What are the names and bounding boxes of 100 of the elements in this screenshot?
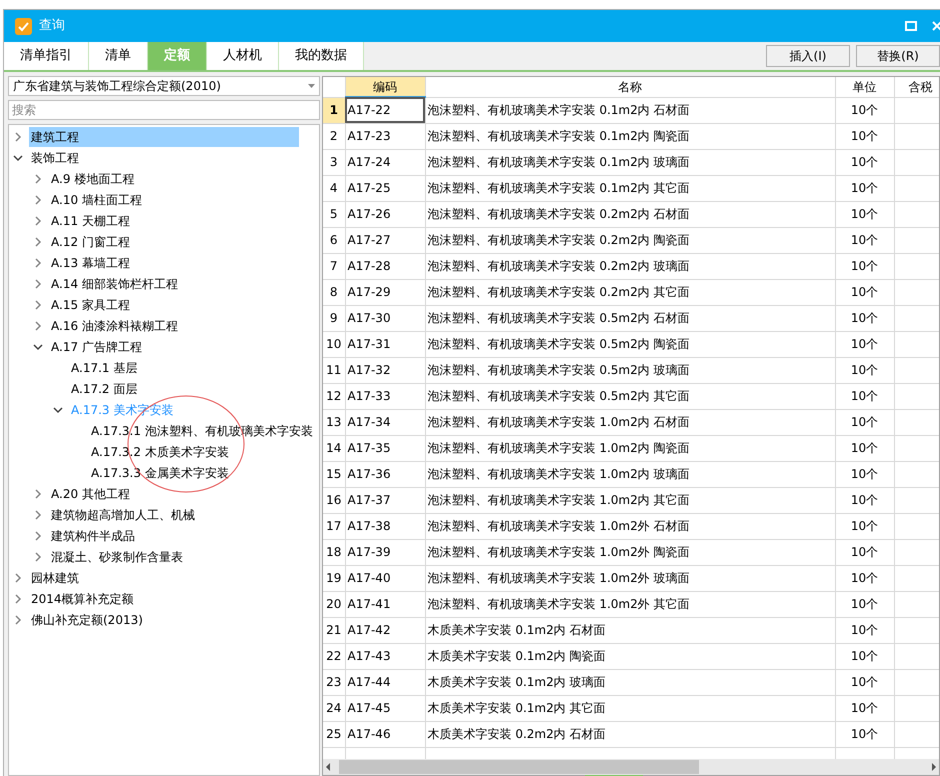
- chevron-right-icon[interactable]: [33, 300, 43, 310]
- horizontal-scrollbar[interactable]: [323, 759, 939, 775]
- table-cell: 泡沫塑料、有机玻璃美术字安装 1.0m2外 其它面: [425, 591, 835, 617]
- row-number: 11: [323, 357, 345, 383]
- table-cell: 10个: [835, 305, 894, 331]
- table-cell: A17-27: [345, 227, 425, 253]
- dropdown-value: 广东省建筑与装饰工程综合定额(2010): [13, 78, 222, 95]
- scrollbar-thumb[interactable]: [339, 760, 699, 774]
- table-cell: 10个: [835, 279, 894, 305]
- toolbar-button[interactable]: 替换(R): [856, 45, 940, 67]
- table-cell: 10个: [835, 227, 894, 253]
- table-cell: 泡沫塑料、有机玻璃美术字安装 0.5m2内 玻璃面: [425, 357, 835, 383]
- tab[interactable]: 人材机: [207, 42, 279, 70]
- tree-item[interactable]: A.13 幕墙工程: [49, 252, 132, 272]
- table-cell: 10个: [835, 435, 894, 461]
- chevron-down-icon[interactable]: [53, 404, 63, 414]
- table-cell: 泡沫塑料、有机玻璃美术字安装 0.1m2内 陶瓷面: [425, 123, 835, 149]
- table-cell: 泡沫塑料、有机玻璃美术字安装 0.1m2内 玻璃面: [425, 149, 835, 175]
- tree-item[interactable]: A.15 家具工程: [49, 294, 132, 314]
- table-cell: 泡沫塑料、有机玻璃美术字安装 1.0m2内 陶瓷面: [425, 435, 835, 461]
- table-cell: 泡沫塑料、有机玻璃美术字安装 1.0m2内 石材面: [425, 409, 835, 435]
- chevron-down-icon[interactable]: [33, 342, 43, 352]
- table-cell: A17-39: [345, 539, 425, 565]
- table-cell: A17-26: [345, 201, 425, 227]
- tab[interactable]: 清单指引: [4, 42, 89, 70]
- tree-item[interactable]: 混凝土、砂浆制作含量表: [49, 546, 185, 566]
- tree-item[interactable]: A.14 细部装饰栏杆工程: [49, 274, 180, 294]
- table-cell: 泡沫塑料、有机玻璃美术字安装 1.0m2外 玻璃面: [425, 565, 835, 591]
- tree-item[interactable]: A.17.1 基层: [69, 358, 140, 378]
- column-header[interactable]: 单位: [835, 77, 894, 97]
- chevron-right-icon[interactable]: [33, 510, 43, 520]
- table-cell: A17-44: [345, 669, 425, 695]
- row-number: 23: [323, 669, 345, 695]
- toolbar-button[interactable]: 插入(I): [766, 45, 850, 67]
- row-number: 22: [323, 643, 345, 669]
- chevron-down-icon[interactable]: [13, 152, 23, 162]
- chevron-right-icon[interactable]: [13, 572, 23, 582]
- chevron-right-icon[interactable]: [33, 320, 43, 330]
- chevron-right-icon[interactable]: [33, 216, 43, 226]
- chevron-right-icon[interactable]: [33, 552, 43, 562]
- row-number: 24: [323, 695, 345, 721]
- search-field[interactable]: 搜索: [8, 100, 320, 120]
- tree-item[interactable]: 装饰工程: [29, 148, 81, 168]
- chevron-right-icon[interactable]: [13, 614, 23, 624]
- table-cell: 泡沫塑料、有机玻璃美术字安装 0.5m2内 陶瓷面: [425, 331, 835, 357]
- chevron-right-icon[interactable]: [33, 194, 43, 204]
- tree-item[interactable]: A.16 油漆涂料裱糊工程: [49, 316, 180, 336]
- tab[interactable]: 我的数据: [279, 42, 364, 70]
- table-cell: 木质美术字安装 0.2m2内 石材面: [425, 721, 835, 747]
- library-dropdown[interactable]: 广东省建筑与装饰工程综合定额(2010): [8, 76, 320, 96]
- table-cell: 10个: [835, 331, 894, 357]
- maximize-icon[interactable]: [905, 21, 917, 31]
- table-cell: 泡沫塑料、有机玻璃美术字安装 1.0m2内 其它面: [425, 487, 835, 513]
- table-cell: 泡沫塑料、有机玻璃美术字安装 1.0m2外 石材面: [425, 513, 835, 539]
- tree-item[interactable]: A.20 其他工程: [49, 484, 132, 504]
- tree-item[interactable]: A.17.3.3 金属美术字安装: [89, 462, 231, 482]
- chevron-right-icon[interactable]: [33, 174, 43, 184]
- table-cell: A17-32: [345, 357, 425, 383]
- column-header[interactable]: 含税: [894, 77, 939, 97]
- tree-item[interactable]: 2014概算补充定额: [29, 588, 136, 608]
- tree-item[interactable]: A.9 楼地面工程: [49, 168, 136, 188]
- chevron-right-icon[interactable]: [33, 236, 43, 246]
- chevron-right-icon[interactable]: [33, 488, 43, 498]
- table-cell: 泡沫塑料、有机玻璃美术字安装 0.1m2内 石材面: [425, 97, 835, 123]
- table-cell: A17-40: [345, 565, 425, 591]
- row-number: 12: [323, 383, 345, 409]
- table-cell: 泡沫塑料、有机玻璃美术字安装 0.5m2内 石材面: [425, 305, 835, 331]
- tree-item[interactable]: 建筑物超高增加人工、机械: [49, 504, 197, 524]
- tree-item[interactable]: A.10 墙柱面工程: [49, 190, 144, 210]
- table-cell: A17-31: [345, 331, 425, 357]
- tab[interactable]: 清单: [89, 42, 148, 70]
- tree-item[interactable]: 佛山补充定额(2013): [29, 610, 145, 630]
- row-number: 20: [323, 591, 345, 617]
- app-logo-icon: [15, 18, 32, 34]
- table-cell: A17-22: [345, 97, 425, 123]
- table-cell: 泡沫塑料、有机玻璃美术字安装 0.1m2内 其它面: [425, 175, 835, 201]
- chevron-right-icon[interactable]: [33, 278, 43, 288]
- tree-item[interactable]: A.12 门窗工程: [49, 232, 132, 252]
- tree-item[interactable]: A.11 天棚工程: [49, 210, 132, 230]
- chevron-right-icon[interactable]: [33, 258, 43, 268]
- table-cell: 10个: [835, 409, 894, 435]
- table-cell: A17-28: [345, 253, 425, 279]
- chevron-right-icon[interactable]: [33, 530, 43, 540]
- row-number: 1: [323, 97, 345, 123]
- row-number: 2: [323, 123, 345, 149]
- table-cell: 泡沫塑料、有机玻璃美术字安装 0.2m2内 其它面: [425, 279, 835, 305]
- close-icon[interactable]: [932, 21, 940, 31]
- tree-item[interactable]: 建筑构件半成品: [49, 526, 137, 546]
- table-cell: 木质美术字安装 0.1m2内 其它面: [425, 695, 835, 721]
- column-header[interactable]: 编码: [345, 77, 425, 97]
- chevron-right-icon[interactable]: [13, 594, 23, 604]
- table-cell: 10个: [835, 383, 894, 409]
- column-header[interactable]: 名称: [425, 77, 835, 97]
- table-cell: 10个: [835, 643, 894, 669]
- tree-item[interactable]: 园林建筑: [29, 568, 81, 588]
- chevron-right-icon[interactable]: [13, 132, 23, 142]
- tree-item[interactable]: A.17.2 面层: [69, 378, 140, 398]
- window-title: 查询: [39, 17, 65, 36]
- tree-item[interactable]: 建筑工程: [29, 126, 299, 146]
- tree-item[interactable]: A.17 广告牌工程: [49, 336, 144, 356]
